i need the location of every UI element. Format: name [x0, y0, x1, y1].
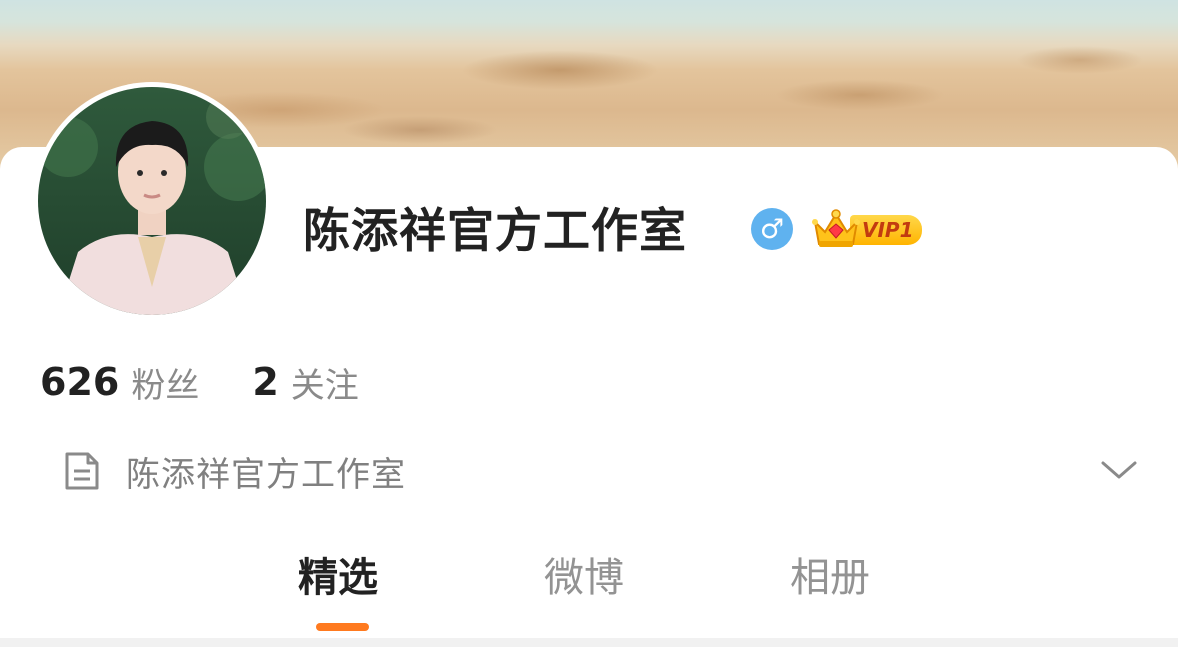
profile-name: 陈添祥官方工作室 [303, 204, 687, 259]
tab-weibo[interactable]: 微博 [544, 548, 624, 608]
active-tab-indicator [316, 623, 369, 631]
vip-badge[interactable]: VIP1 [810, 206, 926, 250]
avatar[interactable] [33, 82, 271, 320]
tab-featured[interactable]: 精选 [298, 548, 378, 608]
male-icon: ♂ [751, 208, 793, 250]
following-label[interactable]: 关注 [291, 358, 359, 407]
document-icon [65, 452, 99, 490]
profile-stats: 626 粉丝 2 关注 [40, 358, 359, 407]
avatar-photo [38, 87, 266, 315]
followers-label[interactable]: 粉丝 [131, 358, 199, 407]
divider [0, 638, 1178, 647]
bio-text: 陈添祥官方工作室 [126, 454, 406, 495]
following-count[interactable]: 2 [252, 360, 278, 404]
chevron-down-icon[interactable] [1100, 455, 1138, 485]
bio-row[interactable]: 陈添祥官方工作室 [64, 448, 406, 495]
tab-album[interactable]: 相册 [790, 548, 870, 608]
profile-tabs: 精选 微博 相册 [0, 548, 1178, 608]
followers-count[interactable]: 626 [40, 360, 119, 404]
crown-icon [812, 209, 860, 247]
